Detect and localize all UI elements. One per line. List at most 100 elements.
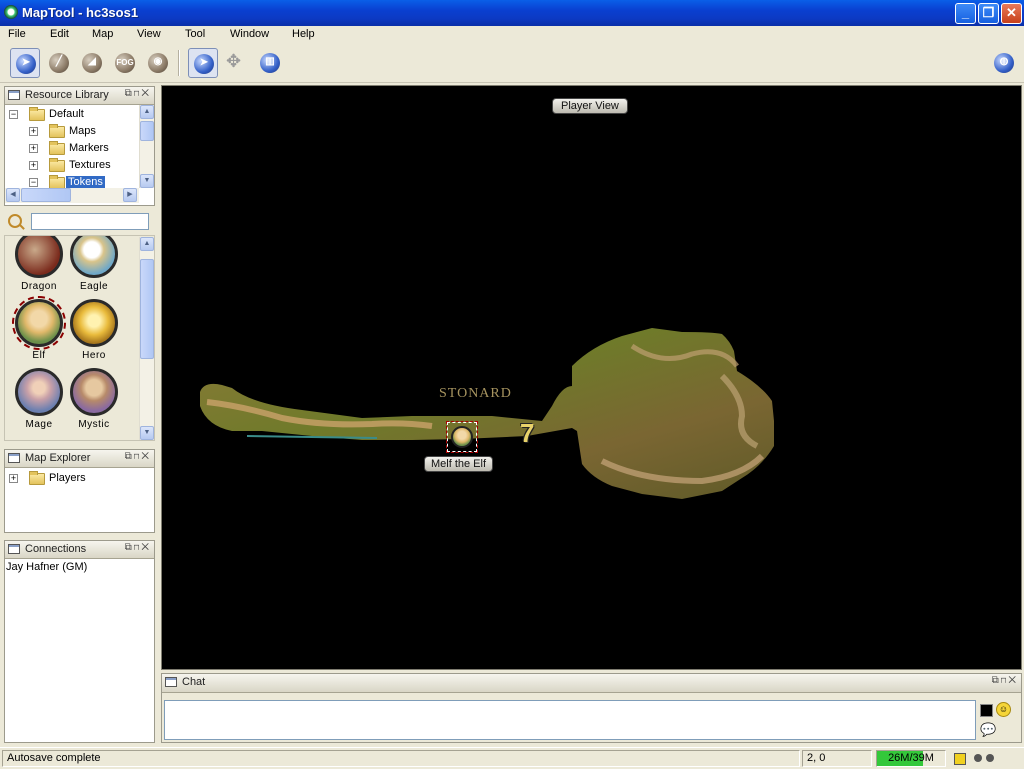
toolbar: ➤ ╱ ◢ FOG ◉ ➤ ✥ ▥ ◍ <box>0 44 1024 83</box>
panel-icon <box>8 453 20 463</box>
close-icon: ✕ <box>1006 5 1017 20</box>
fog-tool-button[interactable]: FOG <box>110 48 140 78</box>
scroll-thumb[interactable] <box>140 259 154 359</box>
tree-label: Tokens <box>66 176 105 188</box>
scroll-up-icon[interactable]: ▲ <box>140 105 154 119</box>
panel-icon <box>8 544 20 554</box>
draw-tool-button[interactable]: ╱ <box>44 48 74 78</box>
scroll-left-icon[interactable]: ◀ <box>6 188 20 202</box>
token-eagle[interactable]: Eagle <box>63 236 129 298</box>
expand-icon[interactable]: + <box>29 127 38 136</box>
menu-file[interactable]: File <box>8 28 26 40</box>
connection-status-button[interactable]: ◍ <box>989 48 1019 78</box>
tree-label: Textures <box>69 159 111 171</box>
folder-icon <box>49 158 65 172</box>
menu-view[interactable]: View <box>137 28 161 40</box>
map-explorer-title: Map Explorer <box>25 452 91 464</box>
tree-label: Players <box>49 472 86 484</box>
maximize-button[interactable]: ❐ <box>978 3 999 24</box>
map-canvas[interactable]: Player View STONARD 7 Melf the Elf <box>161 85 1022 670</box>
panel-controls[interactable]: ⧉⊓✕ <box>125 88 151 99</box>
connections-title: Connections <box>25 543 87 555</box>
token-gallery-vscroll[interactable]: ▲ ▼ <box>139 237 154 440</box>
text-color-icon[interactable] <box>980 704 993 717</box>
resource-tree-vscroll[interactable]: ▲ ▼ <box>139 105 154 188</box>
pointer-icon: ➤ <box>16 54 36 74</box>
scroll-down-icon[interactable]: ▼ <box>140 426 154 440</box>
fog-icon: FOG <box>115 53 135 73</box>
folder-icon <box>49 175 65 188</box>
collapse-icon[interactable]: − <box>9 110 18 119</box>
scroll-right-icon[interactable]: ▶ <box>123 188 137 202</box>
status-message: Autosave complete <box>2 750 800 767</box>
collapse-icon[interactable]: − <box>29 178 38 187</box>
move-arrows-icon: ✥ <box>226 51 242 71</box>
tree-label: Default <box>49 108 84 120</box>
resource-tree: − Default + Maps + Markers + Textures − … <box>5 105 138 188</box>
move-tool-button[interactable]: ✥ <box>222 48 252 78</box>
connections-header: Connections ⧉⊓✕ <box>5 541 154 559</box>
menu-tool[interactable]: Tool <box>185 28 205 40</box>
minimize-button[interactable]: _ <box>955 3 976 24</box>
expand-icon[interactable]: + <box>9 474 18 483</box>
scroll-thumb[interactable] <box>140 121 154 141</box>
fog-label: FOG <box>116 58 134 67</box>
expand-icon[interactable]: + <box>29 144 38 153</box>
activity-icon <box>974 754 982 762</box>
toolbar-separator <box>178 50 180 76</box>
eye-icon: ◉ <box>148 53 168 73</box>
connections-panel: Connections ⧉⊓✕ Jay Hafner (GM) <box>4 540 155 743</box>
menu-help[interactable]: Help <box>292 28 315 40</box>
elf-map-token[interactable] <box>446 421 478 453</box>
token-label: Elf <box>32 350 46 361</box>
chat-message-input[interactable] <box>164 700 976 740</box>
menu-edit[interactable]: Edit <box>50 28 69 40</box>
search-icon-handle <box>19 224 25 230</box>
chat-header: Chat ⧉⊓✕ <box>162 674 1021 693</box>
eagle-token-image <box>70 236 118 278</box>
restore-icon: ❐ <box>982 5 995 20</box>
pointer-tool-button[interactable]: ➤ <box>10 48 40 78</box>
scroll-thumb[interactable] <box>21 188 71 202</box>
map-explorer-header: Map Explorer ⧉⊓✕ <box>5 450 154 468</box>
tree-label: Markers <box>69 142 109 154</box>
panel-controls[interactable]: ⧉⊓✕ <box>992 675 1018 686</box>
expand-icon[interactable]: + <box>29 161 38 170</box>
scroll-down-icon[interactable]: ▼ <box>140 174 154 188</box>
menu-map[interactable]: Map <box>92 28 113 40</box>
speech-bubble-icon[interactable]: 💬 <box>980 722 996 738</box>
folder-icon <box>49 124 65 138</box>
map-place-label: STONARD <box>439 386 512 401</box>
panel-controls[interactable]: ⧉⊓✕ <box>125 542 151 553</box>
measure-tool-button[interactable]: ▥ <box>255 48 285 78</box>
scroll-up-icon[interactable]: ▲ <box>140 237 154 251</box>
hero-token-image <box>70 299 118 347</box>
resource-tree-hscroll[interactable]: ◀ ▶ <box>5 188 139 203</box>
pencil-icon: ╱ <box>49 53 69 73</box>
connection-user[interactable]: Jay Hafner (GM) <box>6 561 87 573</box>
token-label: Hero <box>82 350 106 361</box>
panel-icon <box>8 90 20 100</box>
folder-icon <box>29 471 45 485</box>
map-number-label: 7 <box>520 418 535 448</box>
token-search-bar <box>4 210 155 235</box>
globe-icon: ◍ <box>994 53 1014 73</box>
template-tool-button[interactable]: ◢ <box>77 48 107 78</box>
smiley-icon[interactable]: ☺ <box>996 702 1011 717</box>
select-tool-button[interactable]: ➤ <box>188 48 218 78</box>
close-button[interactable]: ✕ <box>1001 3 1022 24</box>
memory-meter[interactable]: 26M/39M <box>876 750 946 767</box>
token-hero[interactable]: Hero <box>63 299 129 367</box>
measure-icon: ▥ <box>260 53 280 73</box>
panel-icon <box>165 677 177 687</box>
token-name-label: Melf the Elf <box>424 456 494 472</box>
token-label: Dragon <box>21 281 57 292</box>
server-icon <box>986 754 994 762</box>
token-mystic[interactable]: Mystic <box>63 368 129 436</box>
vision-tool-button[interactable]: ◉ <box>143 48 173 78</box>
menu-window[interactable]: Window <box>230 28 269 40</box>
brush-icon: ◢ <box>82 53 102 73</box>
panel-controls[interactable]: ⧉⊓✕ <box>125 451 151 462</box>
token-search-input[interactable] <box>31 213 149 230</box>
mage-token-image <box>15 368 63 416</box>
